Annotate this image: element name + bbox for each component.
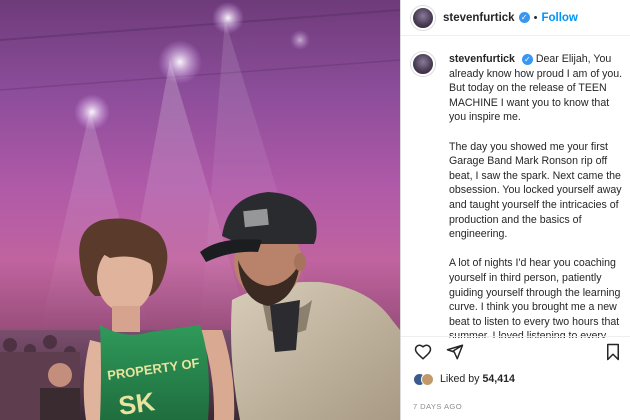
post-actions <box>401 336 630 366</box>
header-separator: • <box>533 11 538 24</box>
author-avatar[interactable] <box>411 5 435 30</box>
post-photo[interactable]: PROPERTY OF SK <box>0 0 400 420</box>
heart-icon[interactable] <box>413 342 433 362</box>
caption-avatar[interactable] <box>411 52 435 76</box>
caption-username[interactable]: stevenfurtick <box>449 53 515 65</box>
caption-paragraph-1: stevenfurtick ✓ Dear Elijah, You already… <box>449 52 623 125</box>
caption-text: stevenfurtick ✓ Dear Elijah, You already… <box>449 52 623 338</box>
liked-by-label: Liked by <box>440 373 480 385</box>
shirt-letters: SK <box>117 386 157 420</box>
liker-avatar <box>421 372 434 386</box>
author-username[interactable]: stevenfurtick <box>443 12 515 24</box>
likes-row[interactable]: Liked by 54,414 <box>413 369 515 389</box>
follow-button[interactable]: Follow <box>541 12 577 24</box>
post-sidebar: stevenfurtick ✓ • Follow stevenfurtick ✓… <box>400 0 630 420</box>
verified-badge-icon: ✓ <box>518 12 530 23</box>
concert-photo-illustration: PROPERTY OF SK <box>0 2 400 420</box>
caption-verified-badge-icon: ✓ <box>521 54 533 65</box>
post-header: stevenfurtick ✓ • Follow <box>401 0 630 36</box>
share-icon[interactable] <box>445 342 465 362</box>
caption-area[interactable]: stevenfurtick ✓ Dear Elijah, You already… <box>401 48 630 338</box>
caption-paragraph-3: A lot of nights I'd hear you coaching yo… <box>449 257 621 338</box>
caption-paragraph-2: The day you showed me your first Garage … <box>449 140 622 241</box>
likes-count[interactable]: 54,414 <box>482 373 514 385</box>
bookmark-icon[interactable] <box>603 342 623 362</box>
post-timestamp[interactable]: 7 DAYS AGO <box>413 402 462 411</box>
